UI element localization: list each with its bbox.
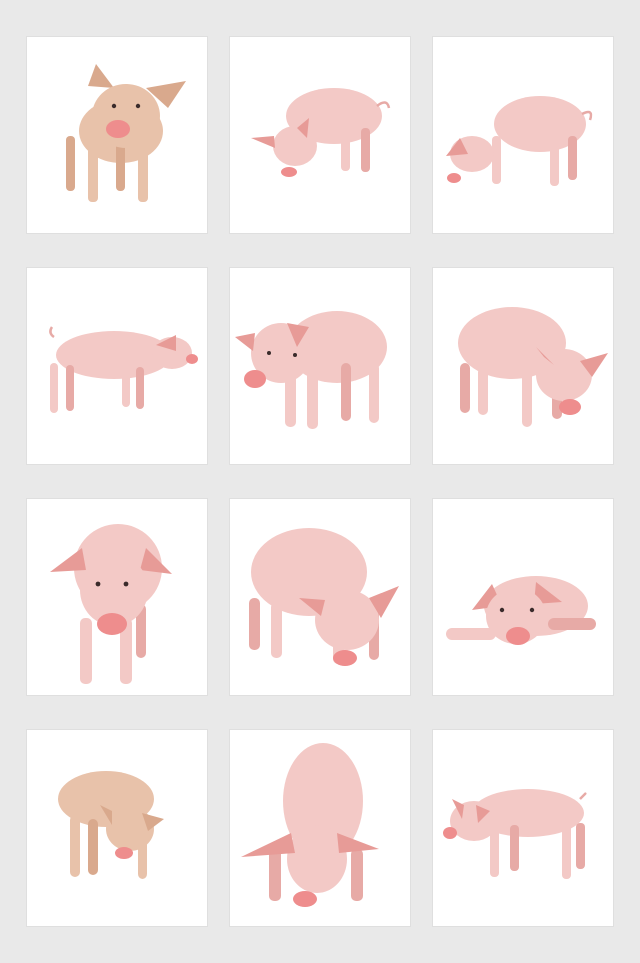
image-grid [0, 0, 640, 963]
pig-tile-piglet-walking-left[interactable] [229, 267, 411, 465]
pig-illustration [251, 88, 391, 177]
pig-tile-pig-sniffing-left[interactable] [229, 36, 411, 234]
pig-illustration [235, 311, 387, 429]
pig-illustration [50, 524, 172, 684]
pig-tile-piglet-side-left[interactable] [432, 729, 614, 927]
pig-illustration [446, 96, 593, 186]
pig-illustration [443, 789, 587, 879]
pig-tile-piglet-grazing-right[interactable] [26, 729, 208, 927]
pig-illustration [446, 576, 596, 645]
pig-illustration [458, 307, 608, 427]
pig-illustration [58, 771, 164, 879]
pig-illustration [66, 64, 186, 202]
pig-illustration [241, 743, 379, 907]
pig-tile-piglet-side-right[interactable] [26, 267, 208, 465]
pig-tile-pig-grazing-right[interactable] [229, 498, 411, 696]
pig-tile-piglet-lying-down[interactable] [432, 498, 614, 696]
pig-tile-piglet-front-facing[interactable] [26, 498, 208, 696]
pig-tile-piglet-front-standing[interactable] [26, 36, 208, 234]
pig-tile-pig-sniffing-right[interactable] [432, 267, 614, 465]
pig-tile-pig-front-grazing[interactable] [229, 729, 411, 927]
pig-tile-pig-sniffing-left[interactable] [432, 36, 614, 234]
pig-illustration [49, 326, 198, 413]
pig-illustration [249, 528, 399, 666]
